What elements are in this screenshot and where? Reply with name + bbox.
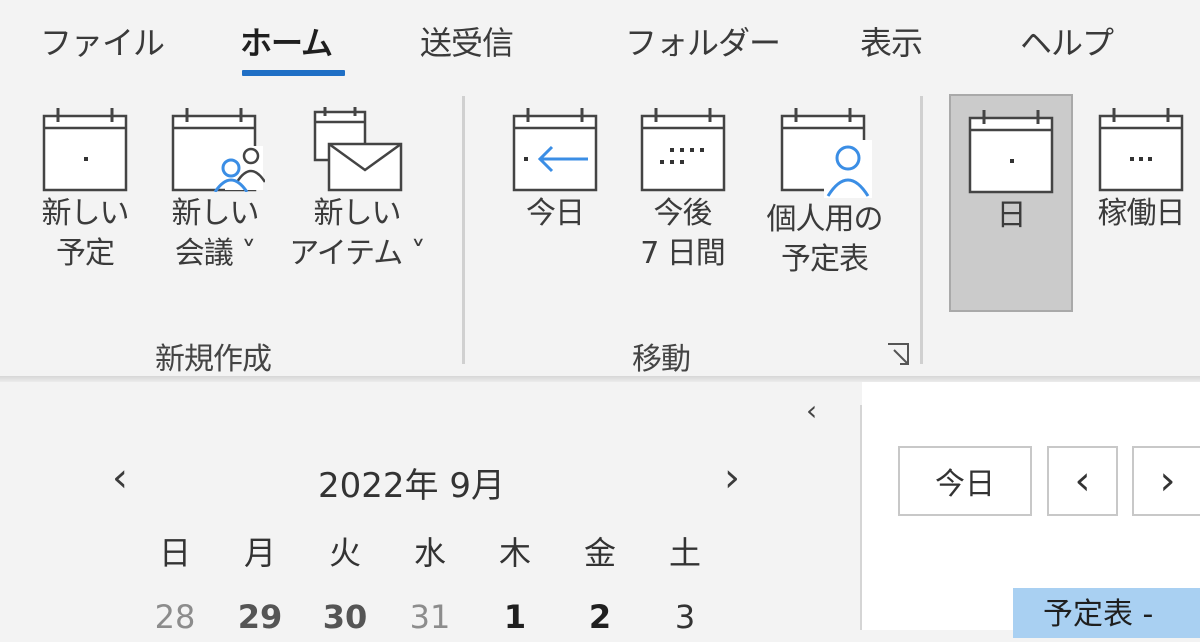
weekday-header: 火 [328, 534, 361, 572]
weekday-header: 金 [583, 534, 616, 572]
ribbon-tab-bar: ファイル ホーム 送受信 フォルダー 表示 ヘルプ [0, 0, 1200, 86]
new-meeting-label-2: 会議 ˅ [174, 236, 257, 271]
calendar-day[interactable]: 29 [230, 598, 290, 636]
day-view-button[interactable]: 日 [949, 94, 1073, 312]
new-appointment-button[interactable]: 新しい 予定 [30, 106, 140, 276]
weekday-header: 水 [413, 534, 446, 572]
prev-month-icon[interactable]: ‹ [112, 455, 128, 501]
previous-day-button[interactable]: ‹ [1047, 446, 1118, 516]
calendar-mail-icon [313, 107, 403, 192]
tab-send-receive[interactable]: 送受信 [420, 18, 514, 64]
calendar-workweek-icon [1098, 108, 1184, 192]
calendar-person-icon [780, 108, 872, 198]
work-week-button[interactable]: 稼働日 [1082, 106, 1200, 236]
month-title: 2022年 9月 [318, 466, 505, 506]
calendar-day[interactable]: 31 [400, 598, 460, 636]
calendar-people-icon [171, 108, 265, 192]
new-meeting-button[interactable]: 新しい 会議 ˅ [155, 106, 275, 276]
calendar-day[interactable]: 28 [145, 598, 205, 636]
group-separator [920, 96, 923, 364]
group-separator [462, 96, 465, 364]
next-month-icon[interactable]: › [724, 455, 740, 501]
personal-calendar-label-1: 個人用の [766, 202, 884, 237]
weekday-header: 木 [498, 534, 531, 572]
new-appointment-label-2: 予定 [56, 236, 115, 271]
today-button[interactable]: 今日 [898, 446, 1032, 516]
group-label-new: 新規作成 [155, 342, 272, 377]
calendar-day[interactable]: 1 [485, 598, 545, 636]
active-tab-indicator [242, 70, 345, 76]
new-item-label-1: 新しい [313, 196, 402, 231]
calendar-arrow-icon [512, 108, 598, 192]
personal-calendar-button[interactable]: 個人用の 予定表 [752, 106, 897, 282]
tab-file[interactable]: ファイル [40, 18, 165, 64]
collapse-pane-icon[interactable]: ‹ [806, 394, 817, 427]
go-to-today-label: 今日 [526, 196, 585, 231]
tab-folder[interactable]: フォルダー [625, 18, 781, 64]
new-appointment-label-1: 新しい [41, 196, 130, 231]
dialog-launcher-icon[interactable] [886, 342, 912, 368]
weekday-header: 月 [243, 534, 276, 572]
next-day-button[interactable]: › [1132, 446, 1200, 516]
group-label-goto: 移動 [632, 342, 691, 377]
go-to-today-button[interactable]: 今日 [500, 106, 610, 236]
personal-calendar-label-2: 予定表 [781, 242, 869, 277]
calendar-day[interactable]: 30 [315, 598, 375, 636]
weekday-header: 日 [158, 534, 191, 572]
new-item-button[interactable]: 新しい アイテム ˅ [282, 106, 432, 276]
work-week-label: 稼働日 [1097, 196, 1186, 231]
calendar-dot-icon [42, 108, 128, 192]
calendar-day[interactable]: 3 [655, 598, 715, 636]
day-view-label: 日 [996, 198, 1027, 233]
new-item-label-2: アイテム ˅ [289, 236, 426, 271]
weekday-header: 土 [668, 534, 701, 572]
calendar-day[interactable]: 2 [570, 598, 630, 636]
next-7-days-button[interactable]: 今後 7 日間 [625, 106, 740, 276]
tab-view[interactable]: 表示 [860, 18, 923, 64]
next-7-days-label-1: 今後 [653, 196, 713, 231]
tab-home[interactable]: ホーム [240, 18, 333, 64]
new-meeting-label-1: 新しい [171, 196, 260, 231]
calendar-week-icon [640, 108, 725, 192]
calendar-tab[interactable]: 予定表 - [1013, 588, 1200, 638]
tab-help[interactable]: ヘルプ [1020, 18, 1114, 64]
next-7-days-label-2: 7 日間 [640, 236, 726, 271]
calendar-day-icon [968, 110, 1054, 194]
